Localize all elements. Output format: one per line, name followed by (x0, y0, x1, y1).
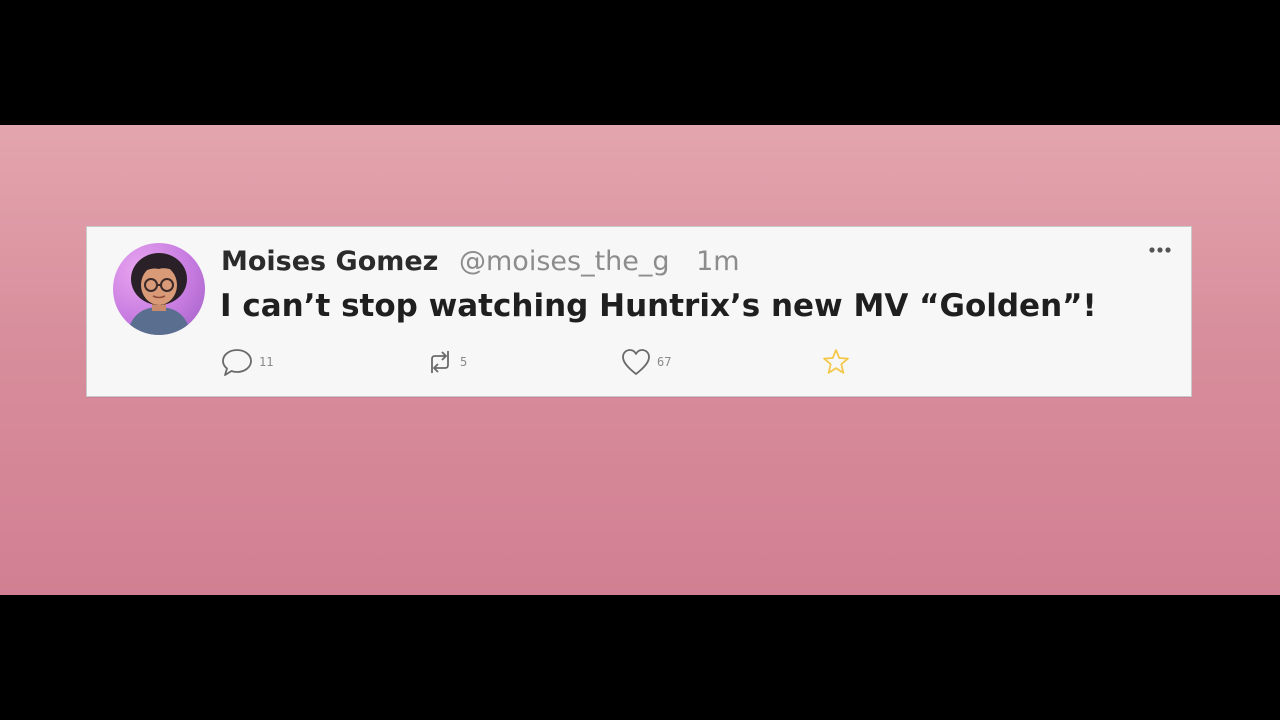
retweet-icon (431, 351, 449, 373)
tweet-actions: 11 5 67 (221, 345, 921, 379)
like-count: 67 (657, 355, 672, 369)
tweet-card[interactable]: Moises Gomez @moises_the_g 1m I can’t st… (86, 226, 1192, 397)
comment-icon (222, 349, 252, 376)
star-icon (823, 349, 849, 374)
display-name[interactable]: Moises Gomez (221, 246, 438, 277)
like-button[interactable]: 67 (621, 345, 671, 379)
heart-icon (622, 349, 650, 375)
favorite-button[interactable] (821, 345, 851, 379)
pink-background: Moises Gomez @moises_the_g 1m I can’t st… (0, 125, 1280, 595)
more-horizontal-icon[interactable] (1148, 241, 1172, 253)
reply-count: 11 (259, 355, 274, 369)
letterbox-top (0, 0, 1280, 125)
tweet-text: I can’t stop watching Huntrix’s new MV “… (220, 288, 1097, 324)
reply-button[interactable]: 11 (221, 345, 273, 379)
avatar-person-glasses-icon (127, 253, 191, 335)
timestamp[interactable]: 1m (696, 246, 739, 277)
retweet-count: 5 (460, 355, 468, 369)
tweet-header: Moises Gomez @moises_the_g 1m (221, 245, 740, 279)
avatar[interactable] (113, 243, 205, 335)
retweet-button[interactable]: 5 (426, 345, 467, 379)
user-handle[interactable]: @moises_the_g (459, 246, 670, 277)
letterbox-bottom (0, 595, 1280, 720)
